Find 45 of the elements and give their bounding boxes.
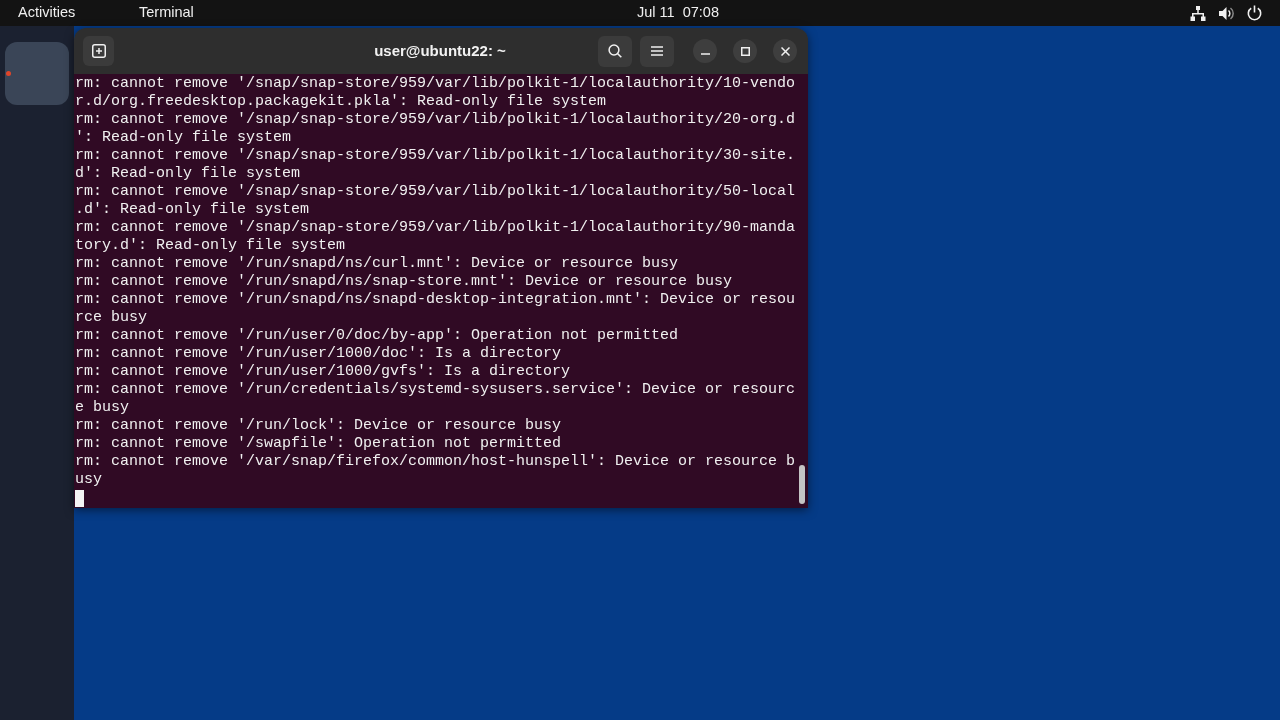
minimize-icon — [700, 53, 710, 55]
network-icon[interactable] — [1190, 5, 1206, 21]
terminal-line: .d': Read-only file system — [75, 201, 311, 219]
terminal-line: rm: cannot remove '/snap/snap-store/959/var/lib/polkit-1/localauthority/90-manda — [75, 219, 797, 237]
terminal-line: rm: cannot remove '/run/snapd/ns/curl.mnt': Device or resource busy — [75, 255, 680, 273]
terminal-line: e busy — [75, 399, 130, 417]
terminal-line: rm: cannot remove '/snap/snap-store/959/var/lib/polkit-1/localauthority/10-vendo — [75, 75, 797, 93]
new-tab-button[interactable] — [83, 36, 114, 66]
terminal-line: rm: cannot remove '/run/lock': Device or resource busy — [75, 417, 563, 435]
menu-button[interactable] — [640, 35, 674, 67]
close-icon — [780, 46, 790, 56]
dock-app-tile[interactable] — [5, 42, 69, 105]
activities-button[interactable]: Activities — [18, 2, 82, 24]
terminal-line: rm: cannot remove '/run/snapd/ns/snap-store.mnt': Device or resource busy — [75, 273, 734, 291]
close-button[interactable] — [773, 39, 797, 63]
terminal-line: rm: cannot remove '/run/credentials/systemd-sysusers.service': Device or resourc — [75, 381, 797, 399]
maximize-icon — [740, 46, 750, 56]
power-icon[interactable] — [1247, 5, 1262, 21]
volume-icon[interactable] — [1219, 5, 1234, 21]
terminal-line: rm: cannot remove '/run/user/1000/doc': Is a directory — [75, 345, 563, 363]
terminal-line: ': Read-only file system — [75, 129, 293, 147]
window-title: user@ubuntu22: ~ — [374, 40, 506, 61]
terminal-line: rm: cannot remove '/snap/snap-store/959/var/lib/polkit-1/localauthority/20-org.d — [75, 111, 797, 129]
app-menu-button[interactable]: Terminal — [139, 2, 194, 24]
new-tab-icon — [91, 44, 106, 58]
terminal-line: rm: cannot remove '/snap/snap-store/959/var/lib/polkit-1/localauthority/50-local — [75, 183, 797, 201]
terminal-line: d': Read-only file system — [75, 165, 302, 183]
scrollbar-thumb[interactable] — [799, 465, 805, 504]
terminal-line: rm: cannot remove '/run/user/0/doc/by-app': Operation not permitted — [75, 327, 680, 345]
search-icon — [608, 44, 622, 58]
terminal-line: usy — [75, 471, 103, 489]
terminal-line: r.d/org.freedesktop.packagekit.pkla': Read-only file system — [75, 93, 608, 111]
search-button[interactable] — [598, 35, 632, 67]
terminal-line: rce busy — [75, 309, 148, 327]
clock-button[interactable]: Jul 11 07:08 — [637, 2, 719, 24]
menu-icon — [651, 46, 663, 56]
terminal-line: rm: cannot remove '/snap/snap-store/959/var/lib/polkit-1/localauthority/30-site. — [75, 147, 797, 165]
terminal-line: rm: cannot remove '/run/snapd/ns/snapd-desktop-integration.mnt': Device or resou — [75, 291, 797, 309]
terminal-line: tory.d': Read-only file system — [75, 237, 347, 255]
terminal-line: rm: cannot remove '/var/snap/firefox/common/host-hunspell': Device or resource b — [75, 453, 797, 471]
maximize-button[interactable] — [733, 39, 757, 63]
minimize-button[interactable] — [693, 39, 717, 63]
terminal-line: rm: cannot remove '/swapfile': Operation not permitted — [75, 435, 563, 453]
block-cursor-icon — [75, 490, 84, 507]
terminal-line: rm: cannot remove '/run/user/1000/gvfs': Is a directory — [75, 363, 572, 381]
